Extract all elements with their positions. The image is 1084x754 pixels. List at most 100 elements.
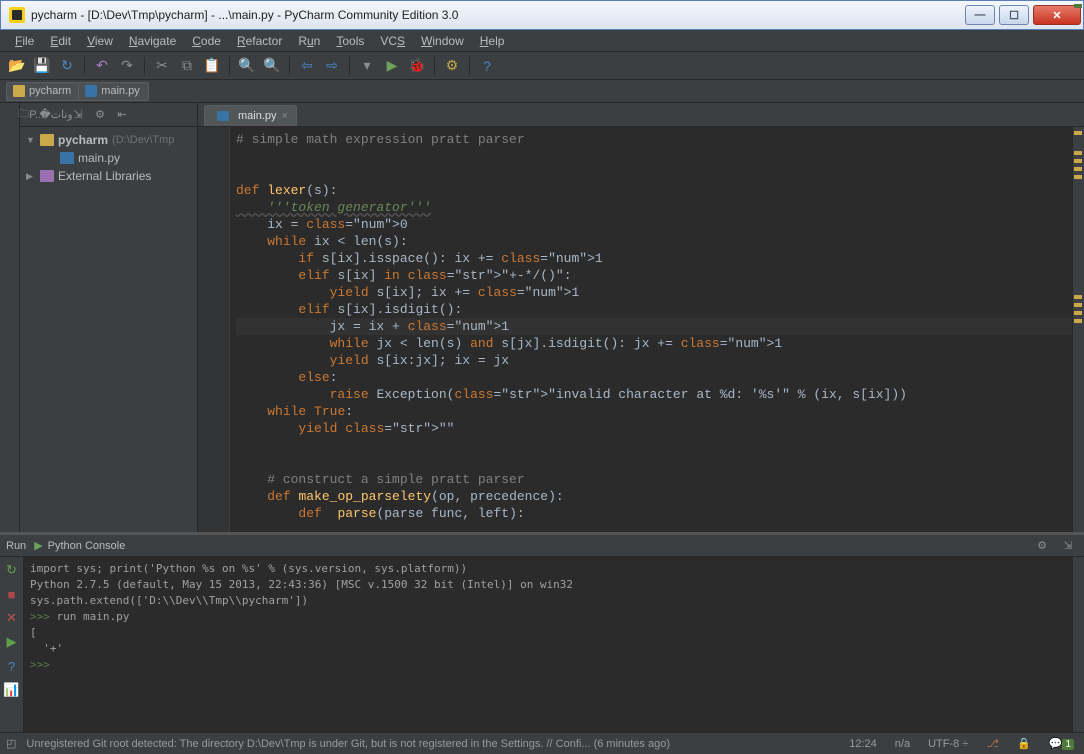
- help-button[interactable]: ?: [476, 55, 498, 77]
- toolbar-separator: [434, 57, 435, 75]
- warning-marker[interactable]: [1074, 151, 1082, 155]
- editor-tabs: main.py ×: [198, 103, 1084, 127]
- warning-marker[interactable]: [1074, 175, 1082, 179]
- tree-label: pycharm: [58, 133, 108, 147]
- find-button[interactable]: 🔍: [236, 55, 258, 77]
- stop-button[interactable]: ■: [3, 585, 21, 603]
- tree-file[interactable]: main.py: [22, 149, 195, 167]
- rerun-button[interactable]: ↻: [3, 561, 21, 579]
- warning-marker[interactable]: [1074, 159, 1082, 163]
- python-console-tab[interactable]: ▶Python Console: [34, 539, 125, 552]
- status-message[interactable]: Unregistered Git root detected: The dire…: [26, 738, 835, 750]
- bottom-panel: Run ▶Python Console ⚙ ⇲ ↻ ■ ✕ ▶ ? 📊 impo…: [0, 532, 1084, 732]
- left-tool-gutter: [0, 103, 20, 532]
- replace-button[interactable]: 🔍: [261, 55, 283, 77]
- paste-button[interactable]: 📋: [201, 55, 223, 77]
- tree-root[interactable]: ▼pycharm(D:\Dev\Tmp: [22, 131, 195, 149]
- sync-button[interactable]: ↻: [56, 55, 78, 77]
- bottom-tabs: Run ▶Python Console ⚙ ⇲: [0, 535, 1084, 557]
- scroll-from-source-button[interactable]: �ونات: [46, 105, 66, 125]
- breadcrumb-label: main.py: [101, 85, 140, 97]
- toolbar-separator: [144, 57, 145, 75]
- toolbar-separator: [84, 57, 85, 75]
- run-tab[interactable]: Run: [6, 540, 26, 552]
- play-icon: ▶: [34, 539, 42, 552]
- breadcrumb-project[interactable]: pycharm: [6, 82, 80, 101]
- hide-button[interactable]: ⇤: [112, 105, 132, 125]
- window-close-button[interactable]: ✕: [1033, 5, 1081, 25]
- folder-icon: [40, 134, 54, 146]
- help-button[interactable]: ?: [3, 657, 21, 675]
- toolbar-separator: [289, 57, 290, 75]
- menu-help[interactable]: Help: [473, 32, 512, 50]
- hide-panel-icon[interactable]: ⇲: [1058, 536, 1078, 556]
- menu-run[interactable]: Run: [291, 32, 327, 50]
- file-encoding[interactable]: UTF-8 ÷: [924, 738, 972, 750]
- toolbar-separator: [469, 57, 470, 75]
- forward-button[interactable]: ⇨: [321, 55, 343, 77]
- menu-tools[interactable]: Tools: [329, 32, 371, 50]
- caret-position[interactable]: 12:24: [845, 738, 881, 750]
- window-titlebar: pycharm - [D:\Dev\Tmp\pycharm] - ...\mai…: [0, 0, 1084, 30]
- undo-button[interactable]: ↶: [91, 55, 113, 77]
- cut-button[interactable]: ✂: [151, 55, 173, 77]
- code-editor[interactable]: # simple math expression pratt parser de…: [198, 127, 1084, 532]
- menu-edit[interactable]: Edit: [43, 32, 78, 50]
- lock-icon[interactable]: 🔒: [1013, 737, 1035, 750]
- breadcrumb-file[interactable]: main.py: [78, 82, 149, 101]
- settings-gear-icon[interactable]: ⚙: [90, 105, 110, 125]
- toolbar-separator: [229, 57, 230, 75]
- menu-view[interactable]: View: [80, 32, 120, 50]
- warning-marker[interactable]: [1074, 295, 1082, 299]
- run-config-dropdown[interactable]: ▾: [356, 55, 378, 77]
- project-toolwindow: 🗀 P... ▾ �ونات ⇲ ⚙ ⇤ ▼pycharm(D:\Dev\Tmp…: [20, 103, 198, 532]
- project-header: 🗀 P... ▾ �ونات ⇲ ⚙ ⇤: [20, 103, 197, 127]
- editor-gutter[interactable]: [198, 127, 230, 532]
- library-icon: [40, 170, 54, 182]
- open-button[interactable]: 📂: [6, 55, 28, 77]
- show-vars-button[interactable]: 📊: [3, 681, 21, 699]
- warning-marker[interactable]: [1074, 167, 1082, 171]
- run-button[interactable]: ▶: [381, 55, 403, 77]
- tree-external-libs[interactable]: ▶External Libraries: [22, 167, 195, 185]
- code-content[interactable]: # simple math expression pratt parser de…: [230, 127, 1072, 532]
- redo-button[interactable]: ↷: [116, 55, 138, 77]
- app-icon: [9, 7, 25, 23]
- close-button[interactable]: ✕: [3, 609, 21, 627]
- warning-marker[interactable]: [1074, 131, 1082, 135]
- toolwindow-quick-access-icon[interactable]: ◰: [6, 737, 16, 750]
- warning-marker[interactable]: [1074, 311, 1082, 315]
- execute-button[interactable]: ▶: [3, 633, 21, 651]
- save-button[interactable]: 💾: [31, 55, 53, 77]
- console-stripe: [1072, 557, 1084, 732]
- warning-marker[interactable]: [1074, 303, 1082, 307]
- menu-file[interactable]: File: [8, 32, 41, 50]
- console-output[interactable]: import sys; print('Python %s on %s' % (s…: [24, 557, 1072, 732]
- editor-tab[interactable]: main.py ×: [204, 105, 297, 126]
- python-file-icon: [60, 152, 74, 164]
- warning-marker[interactable]: [1074, 319, 1082, 323]
- menu-vcs[interactable]: VCS: [373, 32, 412, 50]
- close-tab-icon[interactable]: ×: [282, 110, 288, 122]
- insert-mode[interactable]: n/a: [891, 738, 914, 750]
- settings-button[interactable]: ⚙: [441, 55, 463, 77]
- collapse-all-button[interactable]: ⇲: [68, 105, 88, 125]
- error-stripe[interactable]: [1072, 127, 1084, 532]
- python-file-icon: [217, 111, 229, 121]
- debug-button[interactable]: 🐞: [406, 55, 428, 77]
- menu-code[interactable]: Code: [185, 32, 228, 50]
- window-maximize-button[interactable]: ☐: [999, 5, 1029, 25]
- copy-button[interactable]: ⧉: [176, 55, 198, 77]
- window-minimize-button[interactable]: —: [965, 5, 995, 25]
- back-button[interactable]: ⇦: [296, 55, 318, 77]
- menu-navigate[interactable]: Navigate: [122, 32, 183, 50]
- project-tree[interactable]: ▼pycharm(D:\Dev\Tmp main.py ▶External Li…: [20, 127, 197, 532]
- notifications-badge[interactable]: 💬1: [1045, 737, 1078, 750]
- menu-window[interactable]: Window: [414, 32, 471, 50]
- console-settings-icon[interactable]: ⚙: [1032, 536, 1052, 556]
- tree-label: main.py: [78, 151, 120, 165]
- toolbar-separator: [349, 57, 350, 75]
- menubar: File Edit View Navigate Code Refactor Ru…: [0, 30, 1084, 52]
- menu-refactor[interactable]: Refactor: [230, 32, 289, 50]
- git-icon[interactable]: ⎇: [982, 737, 1003, 750]
